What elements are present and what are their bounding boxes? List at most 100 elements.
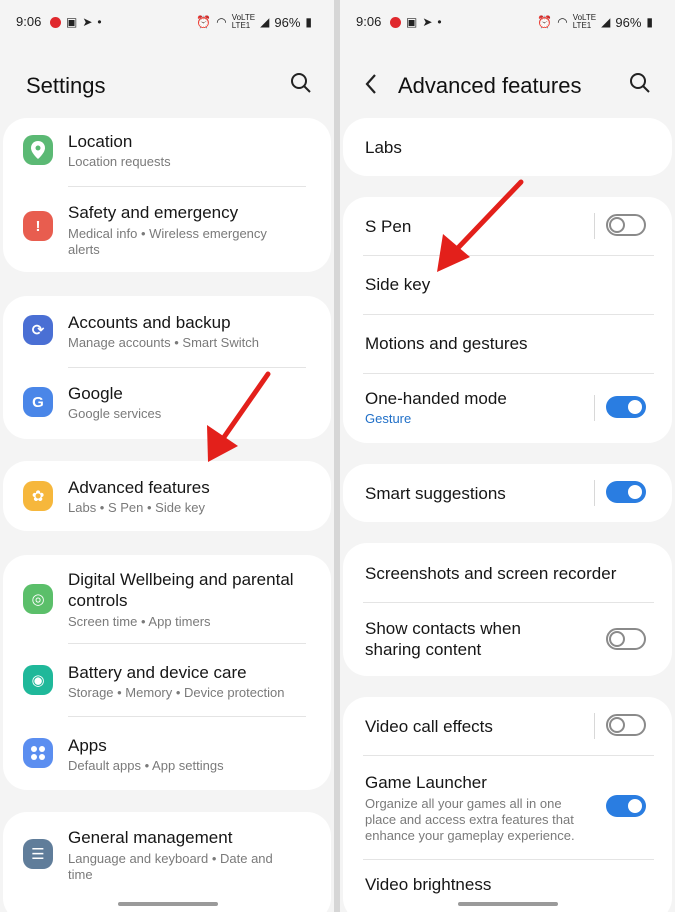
adv-item-game-launcher[interactable]: Game Launcher Organize all your games al… [343,756,672,859]
game-launcher-toggle[interactable] [606,795,646,817]
settings-group-1: Location Location requests ! Safety and … [3,118,331,272]
page-title: Advanced features [398,73,582,98]
item-label-line2: sharing content [365,640,482,659]
more-dot-icon: • [97,15,102,29]
item-subtitle-line2: alerts [68,242,100,257]
item-subtitle: Manage accounts • Smart Switch [68,335,259,350]
adv-item-video-call-effects[interactable]: Video call effects [343,697,672,755]
settings-item-google[interactable]: G Google Google services [3,368,331,439]
sliders-icon: ☰ [23,839,53,869]
status-time: 9:06 [356,14,382,29]
toggle-divider [594,713,595,739]
smart-suggestions-toggle[interactable] [606,481,646,503]
item-label: Location [68,132,133,151]
search-icon[interactable] [629,72,651,100]
signal-icon: ◢ [601,15,611,29]
item-label: General management [68,828,233,847]
settings-group-5: ☰ General management Language and keyboa… [3,812,331,912]
telegram-icon: ➤ [422,15,433,29]
settings-group-2: ⟳ Accounts and backup Manage accounts • … [3,296,331,439]
battery-icon: ▮ [305,15,312,29]
item-label: Advanced features [68,478,210,497]
adv-group-spen: S Pen Side key Motions and gestures One-… [343,197,672,443]
adv-item-one-handed-mode[interactable]: One-handed mode Gesture [343,374,672,443]
item-subtitle: Organize all your games all in one [365,796,562,811]
item-label: Safety and emergency [68,203,239,222]
back-chevron-icon[interactable] [364,73,378,101]
page-title: Settings [26,73,106,98]
item-subtitle: Medical info • Wireless emergency [68,226,267,241]
battery-care-icon: ◉ [23,665,53,695]
alarm-icon: ⏰ [537,15,553,29]
wifi-icon: ◠ [216,15,227,29]
notification-icons: ▣ ➤ • [50,15,102,29]
adv-item-labs[interactable]: Labs [343,118,672,176]
toggle-divider [594,213,595,239]
item-label: Screenshots and screen recorder [365,564,617,583]
one-handed-mode-toggle[interactable] [606,396,646,418]
toggle-divider [594,480,595,506]
video-call-effects-toggle[interactable] [606,714,646,736]
adv-item-screenshots-recorder[interactable]: Screenshots and screen recorder [343,543,672,602]
item-label: Google [68,384,123,403]
settings-group-4: ◎ Digital Wellbeing and parental control… [3,555,331,790]
s-pen-toggle[interactable] [606,214,646,236]
item-label: Show contacts when [365,619,521,638]
status-time: 9:06 [16,14,42,29]
settings-item-safety[interactable]: ! Safety and emergency Medical info • Wi… [3,187,331,272]
item-subtitle: Labs • S Pen • Side key [68,500,206,515]
record-icon [50,16,61,28]
item-subtitle: Location requests [68,154,171,169]
adv-item-motions-gestures[interactable]: Motions and gestures [343,315,672,373]
adv-item-show-contacts[interactable]: Show contacts when sharing content [343,603,672,676]
status-bar: 9:06 ▣ ➤ • ⏰ ◠ VoLTE LTE1 ◢ 96% ▮ [0,12,334,32]
more-dot-icon: • [437,15,442,29]
settings-item-battery[interactable]: ◉ Battery and device care Storage • Memo… [3,644,331,716]
settings-item-accounts[interactable]: ⟳ Accounts and backup Manage accounts • … [3,296,331,367]
system-icons: ⏰ ◠ VoLTE LTE1 ◢ 96% ▮ [196,14,312,30]
sync-icon: ⟳ [23,315,53,345]
settings-item-apps[interactable]: Apps Default apps • App settings [3,717,331,790]
volte-icon: VoLTE LTE1 [231,13,256,30]
item-subtitle: Google services [68,406,162,421]
apps-grid-icon [23,738,53,768]
settings-group-3: ✿ Advanced features Labs • S Pen • Side … [3,461,331,531]
adv-item-side-key[interactable]: Side key [343,256,672,314]
search-icon[interactable] [290,72,312,100]
wellbeing-icon: ◎ [23,584,53,614]
item-label: Video call effects [365,717,493,736]
wifi-icon: ◠ [557,15,568,29]
adv-group-smart-suggestions: Smart suggestions [343,464,672,522]
nav-gesture-bar[interactable] [458,902,558,906]
item-label: One-handed mode [365,389,507,408]
settings-item-general-management[interactable]: ☰ General management Language and keyboa… [3,812,331,902]
location-pin-icon [23,135,53,165]
adv-group-screenshots: Screenshots and screen recorder Show con… [343,543,672,676]
adv-group-video: Video call effects Game Launcher Organiz… [343,697,672,912]
show-contacts-toggle[interactable] [606,628,646,650]
adv-item-smart-suggestions[interactable]: Smart suggestions [343,464,672,522]
nav-gesture-bar[interactable] [118,902,218,906]
settings-item-digital-wellbeing[interactable]: ◎ Digital Wellbeing and parental control… [3,555,331,643]
adv-item-s-pen[interactable]: S Pen [343,197,672,255]
item-subtitle: Storage • Memory • Device protection [68,685,285,700]
battery-icon: ▮ [646,15,653,29]
telegram-icon: ➤ [82,15,93,29]
gallery-icon: ▣ [66,15,78,29]
alarm-icon: ⏰ [196,15,212,29]
settings-item-advanced-features[interactable]: ✿ Advanced features Labs • S Pen • Side … [3,461,331,531]
item-subtitle: Gesture [365,411,412,426]
item-label-line2: controls [68,591,128,610]
item-label: Side key [365,275,431,294]
gallery-icon: ▣ [406,15,418,29]
alert-icon: ! [23,211,53,241]
system-icons: ⏰ ◠ VoLTE LTE1 ◢ 96% ▮ [537,14,653,30]
notification-icons: ▣ ➤ • [390,15,442,29]
item-label: Digital Wellbeing and parental [68,570,294,589]
adv-group-labs: Labs [343,118,672,176]
status-bar: 9:06 ▣ ➤ • ⏰ ◠ VoLTE LTE1 ◢ 96% ▮ [340,12,675,32]
advanced-features-icon: ✿ [23,481,53,511]
signal-icon: ◢ [260,15,270,29]
item-label: Labs [365,138,402,157]
settings-item-location[interactable]: Location Location requests [3,118,331,186]
